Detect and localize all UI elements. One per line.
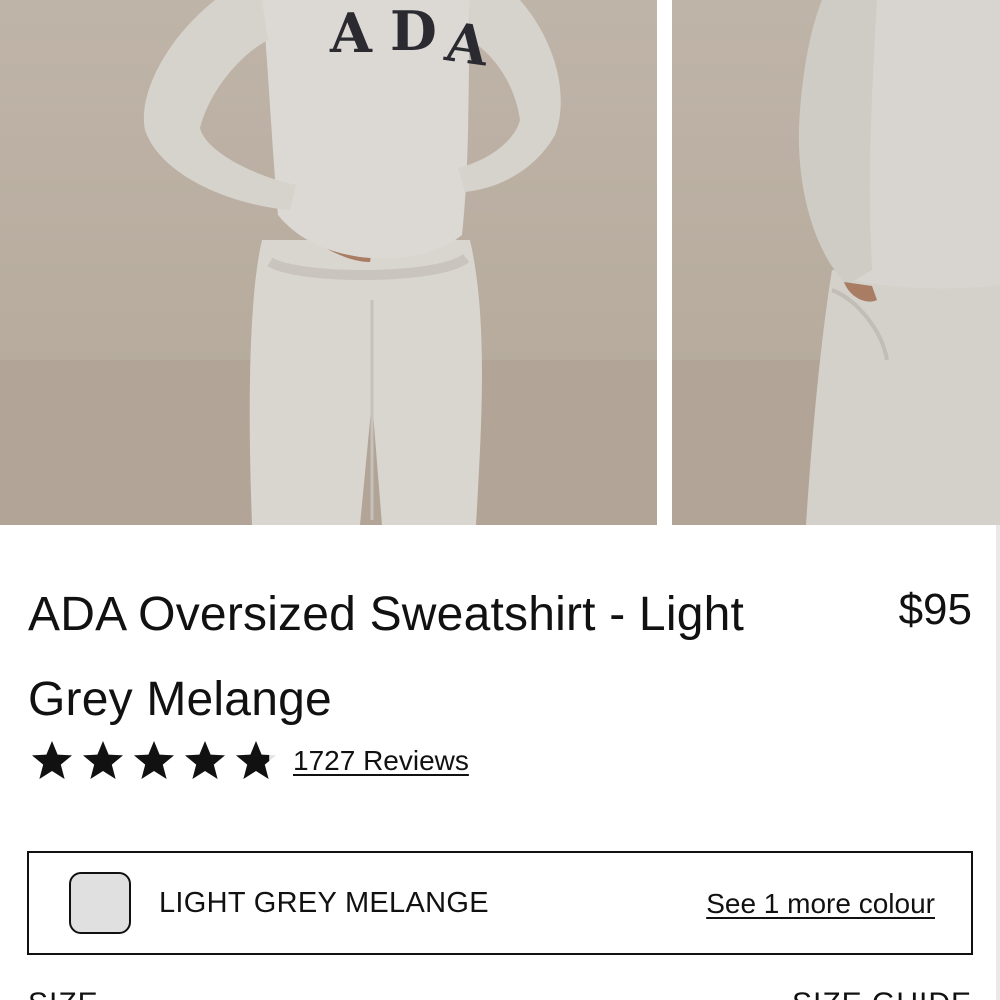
see-more-colours-link[interactable]: See 1 more colour bbox=[706, 887, 935, 921]
star-icon bbox=[234, 739, 278, 783]
scroll-edge bbox=[996, 525, 1000, 1000]
svg-text:A: A bbox=[329, 1, 382, 65]
size-label: SIZE bbox=[28, 987, 99, 1000]
colour-selector[interactable]: LIGHT GREY MELANGE See 1 more colour bbox=[27, 851, 973, 955]
product-title: ADA Oversized Sweatshirt - Light Grey Me… bbox=[28, 588, 745, 726]
product-image-side[interactable] bbox=[672, 0, 1000, 525]
star-icon bbox=[81, 739, 125, 783]
product-page: A D A ADA Oversized Sweatshirt - Light G… bbox=[0, 0, 1000, 1000]
model-side-illustration bbox=[672, 0, 1000, 525]
selected-colour-name: LIGHT GREY MELANGE bbox=[159, 887, 489, 919]
model-back-illustration: A D A bbox=[0, 0, 657, 525]
rating-stars bbox=[30, 739, 285, 783]
product-image-back[interactable]: A D A bbox=[0, 0, 657, 525]
product-rating: 1727 Reviews bbox=[30, 737, 469, 785]
svg-text:A: A bbox=[441, 9, 493, 79]
size-guide-link[interactable]: SIZE GUIDE bbox=[792, 987, 972, 1000]
star-icon bbox=[132, 739, 176, 783]
star-icon bbox=[183, 739, 227, 783]
reviews-link[interactable]: 1727 Reviews bbox=[293, 745, 469, 777]
svg-text:D: D bbox=[390, 0, 437, 63]
star-icon bbox=[30, 739, 74, 783]
product-price: $95 bbox=[898, 585, 972, 634]
colour-swatch-selected[interactable] bbox=[69, 872, 131, 934]
product-gallery[interactable]: A D A bbox=[0, 0, 1000, 525]
